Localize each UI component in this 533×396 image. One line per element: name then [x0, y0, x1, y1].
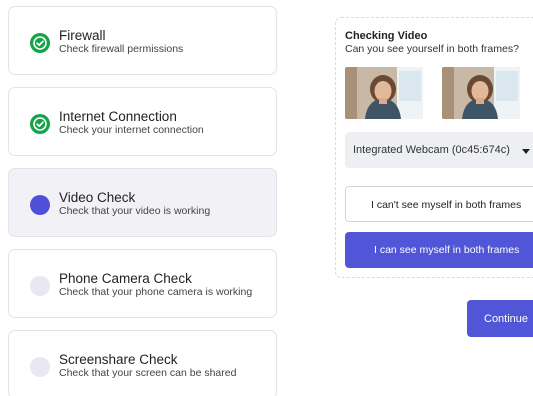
button-label: I can see myself in both frames [374, 244, 520, 256]
button-label: Continue [484, 313, 529, 325]
can-see-myself-button[interactable]: I can see myself in both frames [345, 232, 533, 268]
pending-step-dot-icon [30, 357, 50, 377]
system-check-page: Firewall Check firewall permissions Inte… [0, 0, 533, 396]
step-description: Check firewall permissions [59, 43, 184, 55]
video-frame-phone [442, 67, 520, 119]
panel-question: Can you see yourself in both frames? [345, 43, 519, 55]
cannot-see-myself-button[interactable]: I can't see myself in both frames [345, 186, 533, 222]
step-title: Internet Connection [59, 109, 177, 124]
step-description: Check your internet connection [59, 124, 204, 136]
camera-select-value: Integrated Webcam (0c45:674c) [353, 144, 510, 156]
step-title: Phone Camera Check [59, 271, 192, 286]
panel-title: Checking Video [345, 30, 428, 42]
step-screenshare-check[interactable]: Screenshare Check Check that your screen… [8, 330, 277, 396]
step-description: Check that your video is working [59, 205, 211, 217]
continue-button[interactable]: Continue [467, 300, 533, 337]
step-video-check[interactable]: Video Check Check that your video is wor… [8, 168, 277, 237]
step-description: Check that your phone camera is working [59, 286, 253, 298]
step-firewall[interactable]: Firewall Check firewall permissions [8, 6, 277, 75]
camera-select[interactable]: Integrated Webcam (0c45:674c) [345, 132, 533, 168]
current-step-dot-icon [30, 195, 50, 215]
button-label: I can't see myself in both frames [371, 199, 522, 211]
step-internet-connection[interactable]: Internet Connection Check your internet … [8, 87, 277, 156]
step-phone-camera-check[interactable]: Phone Camera Check Check that your phone… [8, 249, 277, 318]
video-frame-webcam [345, 67, 423, 119]
caret-down-icon [522, 149, 530, 154]
step-description: Check that your screen can be shared [59, 367, 237, 379]
step-title: Firewall [59, 28, 106, 43]
check-circle-icon [30, 114, 50, 134]
check-circle-icon [30, 33, 50, 53]
step-title: Video Check [59, 190, 136, 205]
pending-step-dot-icon [30, 276, 50, 296]
step-title: Screenshare Check [59, 352, 178, 367]
